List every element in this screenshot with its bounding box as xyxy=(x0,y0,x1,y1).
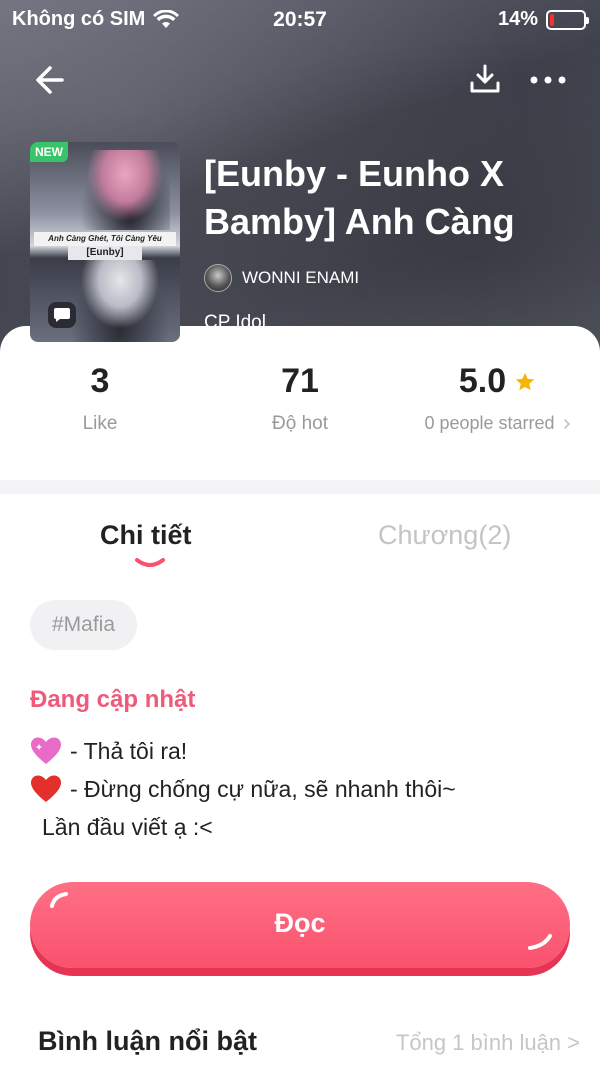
tab-indicator-icon xyxy=(135,558,165,567)
rating-stat[interactable]: 5.0 0 people starred xyxy=(410,362,585,434)
red-heart-icon xyxy=(31,775,61,802)
cover-banner: Anh Càng Ghét, Tôi Càng Yêu xyxy=(34,232,176,246)
update-status: Đang cập nhật xyxy=(30,686,196,713)
story-cover[interactable]: NEW Anh Càng Ghét, Tôi Càng Yêu [Eunby] xyxy=(30,142,180,342)
hot-value: 71 xyxy=(281,362,319,400)
comments-total-link[interactable]: Tổng 1 bình luận > xyxy=(396,1030,580,1056)
likes-stat: 3 Like xyxy=(50,362,150,435)
sparkling-heart-icon xyxy=(31,737,61,764)
story-title: [Eunby - Eunho X Bamby] Anh Càng xyxy=(204,153,515,242)
description-line: Lần đầu viết ạ :< xyxy=(30,808,570,846)
status-bar: Không có SIM 20:57 14% xyxy=(0,0,600,40)
description-line-3: Lần đầu viết ạ :< xyxy=(42,813,213,840)
comments-title: Bình luận nổi bật xyxy=(38,1026,257,1056)
star-icon xyxy=(515,372,535,390)
author-name: WONNI ENAMI xyxy=(242,268,360,287)
rating-value-row: 5.0 xyxy=(410,362,585,401)
likes-value: 3 xyxy=(90,362,110,400)
battery-icon xyxy=(546,9,589,30)
battery-group: 14% xyxy=(497,8,589,31)
detail-sheet: 3 Like 71 Độ hot 5.0 0 people starred Ch… xyxy=(0,326,600,1065)
description-line: - Thả tôi ra! xyxy=(30,732,570,770)
rating-label-row: 0 people starred xyxy=(410,413,585,434)
hot-stat: 71 Độ hot xyxy=(240,362,360,435)
cover-art-top xyxy=(80,150,170,230)
back-button[interactable] xyxy=(32,62,72,98)
rating-label: 0 people starred xyxy=(424,413,555,433)
section-divider xyxy=(0,480,600,494)
hot-label: Độ hot xyxy=(272,413,328,434)
read-button[interactable]: Đọc xyxy=(30,882,570,968)
chevron-right-icon xyxy=(563,418,570,429)
rating-value: 5.0 xyxy=(458,362,507,400)
tag-chip[interactable]: #Mafia xyxy=(30,600,138,650)
tab-details[interactable]: Chi tiết xyxy=(100,520,192,551)
battery-percent: 14% xyxy=(497,8,538,30)
author-row[interactable]: WONNI ENAMI xyxy=(204,264,359,292)
description-line-2: - Đừng chống cự nữa, sẽ nhanh thôi~ xyxy=(70,775,456,802)
stats-row: 3 Like 71 Độ hot 5.0 0 people starred xyxy=(0,326,600,478)
description-line-1: - Thả tôi ra! xyxy=(70,737,188,764)
new-badge: NEW xyxy=(30,142,68,162)
shine-decoration-icon xyxy=(528,934,552,950)
download-icon xyxy=(470,64,500,93)
shine-decoration-icon xyxy=(50,892,68,908)
download-button[interactable] xyxy=(468,62,502,96)
more-dots-icon xyxy=(530,76,566,84)
read-button-label: Đọc xyxy=(274,908,326,938)
likes-label: Like xyxy=(82,413,118,434)
story-description: - Thả tôi ra! - Đừng chống cự nữa, sẽ nh… xyxy=(30,732,570,846)
cover-subtitle: [Eunby] xyxy=(68,246,142,260)
description-line: - Đừng chống cự nữa, sẽ nhanh thôi~ xyxy=(30,770,570,808)
chat-story-badge xyxy=(48,302,76,328)
author-avatar xyxy=(204,264,232,292)
chat-bubble-icon xyxy=(54,308,70,322)
tab-chapters[interactable]: Chương(2) xyxy=(378,520,511,551)
arrow-left-icon xyxy=(36,66,64,94)
cover-art-bottom xyxy=(70,260,170,342)
battery-level xyxy=(550,13,554,26)
more-button[interactable] xyxy=(528,66,568,94)
